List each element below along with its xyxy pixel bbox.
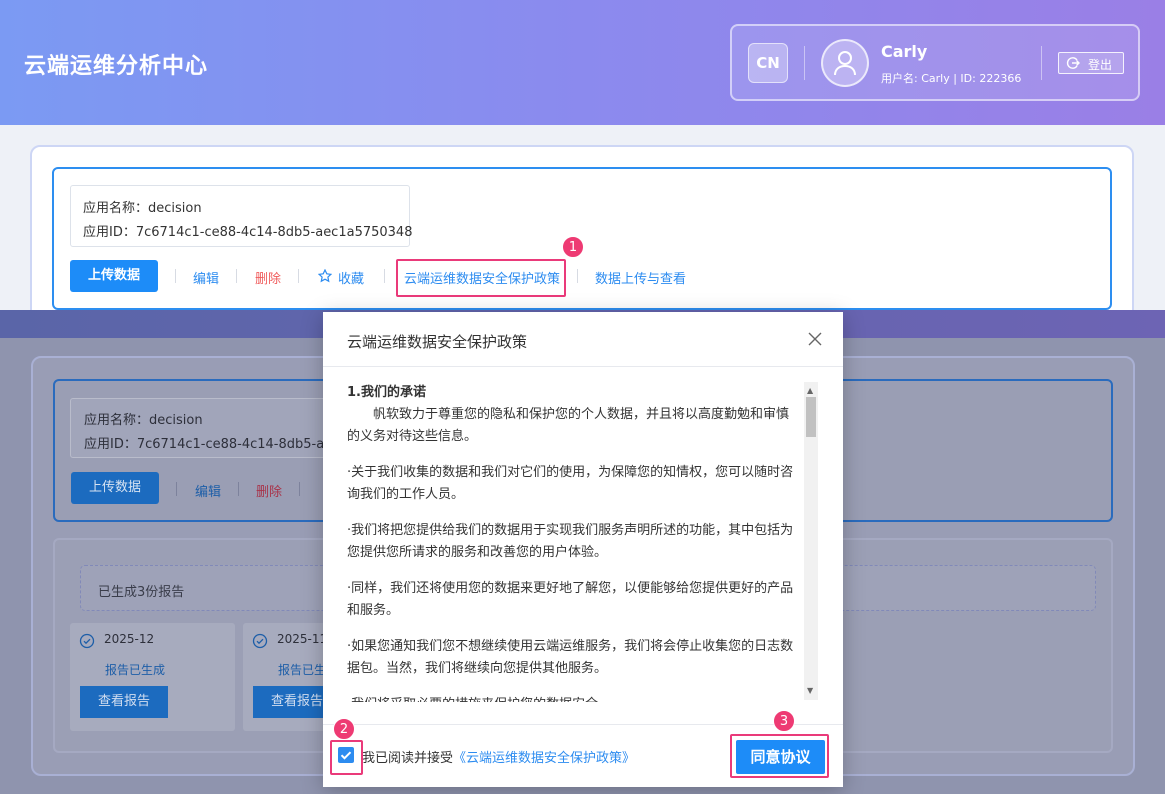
report-status: 报告已生 xyxy=(278,663,327,677)
dimmed-app-info: 应用名称：decision 应用ID：7c6714c1-ce88-4c14-8d… xyxy=(70,398,350,458)
divider xyxy=(175,269,176,283)
divider xyxy=(176,482,177,496)
annotation-box-3 xyxy=(730,734,829,778)
user-panel: CN Carly 用户名: Carly | ID: 222366 登出 xyxy=(730,24,1140,101)
app-header: 云端运维分析中心 CN Carly 用户名: Carly | ID: 22236… xyxy=(0,0,1165,125)
policy-paragraph: ·关于我们收集的数据和我们对它们的使用，为保障您的知情权，您可以随时咨询我们的工… xyxy=(347,465,794,502)
agree-policy-link[interactable]: 《云端运维数据安全保护政策》 xyxy=(453,751,635,766)
logout-button[interactable]: 登出 xyxy=(1058,52,1124,74)
dimmed-app-id: 应用ID：7c6714c1-ce88-4c14-8db5-ae xyxy=(84,437,333,452)
delete-link[interactable]: 删除 xyxy=(255,268,281,287)
annotation-badge-1: 1 xyxy=(562,236,584,258)
divider xyxy=(323,724,843,725)
app-info-box: 应用名称：decision 应用ID：7c6714c1-ce88-4c14-8d… xyxy=(70,185,413,247)
modal-title: 云端运维数据安全保护政策 xyxy=(347,333,528,351)
scroll-down-arrow-icon[interactable]: ▼ xyxy=(807,686,813,695)
app-name: 应用名称：decision xyxy=(83,201,202,216)
logout-label: 登出 xyxy=(1088,58,1113,72)
close-icon[interactable] xyxy=(807,331,823,347)
check-circle-icon xyxy=(79,633,95,649)
language-button[interactable]: CN xyxy=(748,43,788,83)
policy-paragraph: ·我们将采取必要的措施来保护您的数据安全。 xyxy=(347,694,797,702)
agree-text: 我已阅读并接受《云端运维数据安全保护政策》 xyxy=(362,747,635,766)
report-date: 2025-12 xyxy=(104,632,155,646)
divider xyxy=(323,366,843,367)
dimmed-edit-link: 编辑 xyxy=(195,485,222,500)
policy-paragraph: ·如果您通知我们您不想继续使用云端运维服务，我们将会停止收集您的日志数据包。当然… xyxy=(347,639,794,676)
annotation-box-1 xyxy=(396,259,566,297)
user-icon xyxy=(834,51,856,76)
logout-icon xyxy=(1066,57,1080,69)
policy-paragraph: ·我们将把您提供给我们的数据用于实现我们服务声明所述的功能，其中包括为您提供您所… xyxy=(347,523,794,560)
check-circle-icon xyxy=(252,633,268,649)
policy-paragraph: 帆软致力于尊重您的隐私和保护您的个人数据，并且将以高度勤勉和审慎的义务对待这些信… xyxy=(347,407,790,444)
report-count: 已生成3份报告 xyxy=(98,585,185,600)
star-icon[interactable] xyxy=(318,269,332,283)
policy-content[interactable]: 1.我们的承诺 帆软致力于尊重您的隐私和保护您的个人数据，并且将以高度勤勉和审慎… xyxy=(347,382,797,702)
data-upload-view-link[interactable]: 数据上传与查看 xyxy=(595,268,686,287)
avatar[interactable] xyxy=(821,39,869,87)
dimmed-report-tile: 2025-12 报告已生成 查看报告 xyxy=(70,623,235,731)
divider xyxy=(804,46,805,80)
view-report-button: 查看报告 xyxy=(80,686,168,718)
dimmed-app-name: 应用名称：decision xyxy=(84,413,203,428)
policy-paragraph: ·同样，我们还将使用您的数据来更好地了解您，以便能够给您提供更好的产品和服务。 xyxy=(347,581,794,618)
edit-link[interactable]: 编辑 xyxy=(193,268,219,287)
dimmed-upload-button: 上传数据 xyxy=(71,472,159,504)
annotation-badge-2: 2 xyxy=(333,718,355,740)
app-title: 云端运维分析中心 xyxy=(24,54,209,79)
report-status: 报告已生成 xyxy=(105,663,166,677)
divider xyxy=(298,269,299,283)
annotation-badge-3: 3 xyxy=(773,710,795,732)
divider xyxy=(236,269,237,283)
divider xyxy=(384,269,385,283)
policy-modal: 云端运维数据安全保护政策 1.我们的承诺 帆软致力于尊重您的隐私和保护您的个人数… xyxy=(323,312,843,787)
favorite-link[interactable]: 收藏 xyxy=(338,268,364,287)
report-date: 2025-11 xyxy=(277,632,328,646)
divider xyxy=(299,482,300,496)
section-heading: 1.我们的承诺 xyxy=(347,385,426,400)
divider xyxy=(238,482,239,496)
app-id: 应用ID：7c6714c1-ce88-4c14-8db5-aec1a575034… xyxy=(83,225,413,240)
dimmed-delete-link: 删除 xyxy=(256,485,283,500)
annotation-box-2 xyxy=(330,740,363,775)
user-name: Carly xyxy=(881,42,928,61)
scrollbar-thumb[interactable] xyxy=(806,397,816,437)
scroll-up-arrow-icon[interactable]: ▲ xyxy=(807,386,813,395)
user-info: 用户名: Carly | ID: 222366 xyxy=(881,72,1022,85)
divider xyxy=(1041,46,1042,80)
upload-data-button[interactable]: 上传数据 xyxy=(70,260,158,292)
agree-prefix: 我已阅读并接受 xyxy=(362,751,454,766)
divider xyxy=(577,269,578,283)
